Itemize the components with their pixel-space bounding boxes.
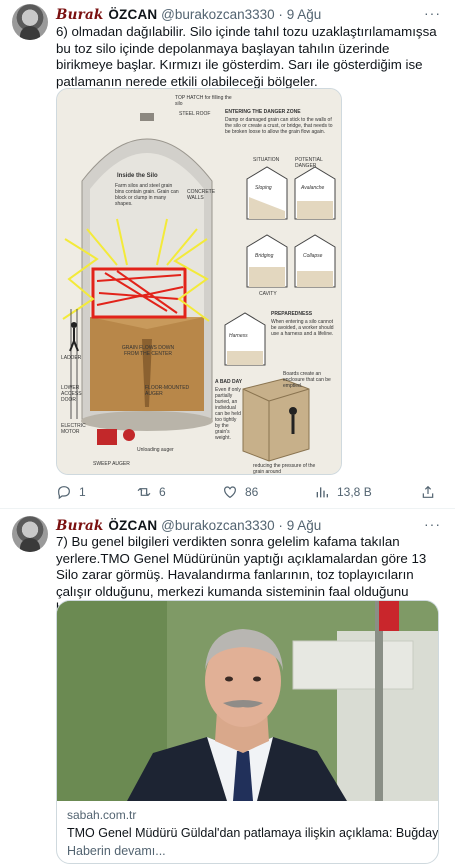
separator: · [278,7,283,22]
label-entering-title: ENTERING THE DANGER ZONE [225,109,301,115]
heart-icon [224,486,236,499]
label-electric: ELECTRIC MOTOR [61,423,86,435]
label-top-hatch: TOP HATCH for filling the silo [175,95,232,107]
link-card-domain: sabah.com.tr [67,808,137,822]
label-harness: Harness [229,333,248,339]
retweet-icon [137,487,151,497]
separator: · [278,518,283,533]
label-boards: Boards create an enclosure that can be e… [283,371,331,389]
label-potential: POTENTIAL DANGER [295,157,323,169]
tweet-2[interactable]: Burak ÖZCAN @burakozcan3330 · 9 Ağu ··· … [0,512,455,866]
avatar[interactable] [12,516,48,552]
tweet-header: Burak ÖZCAN @burakozcan3330 · 9 Ağu [56,518,321,534]
label-unloading: Unloading auger [137,447,174,453]
link-card-subtitle: Haberin devamı... [67,844,166,858]
handle[interactable]: @burakozcan3330 [161,518,275,533]
avatar[interactable] [12,4,48,40]
share-icon [422,485,434,498]
tweet-text: 6) olmadan dağılabilir. Silo içinde tahı… [56,24,437,89]
tweet-media-silo-infographic[interactable]: TOP HATCH for filling the silo STEEL ROO… [56,88,342,475]
label-bad-day: A BAD DAY [215,379,243,385]
label-sloping: Sloping [255,185,272,191]
label-bridging: Bridging [255,253,274,259]
portrait-photo [57,601,438,801]
link-card-image [57,601,438,801]
like-count: 86 [245,485,259,499]
label-ladder: LADDER [61,355,82,361]
more-options-icon[interactable]: ··· [424,5,441,21]
timestamp[interactable]: 9 Ağu [287,518,322,533]
label-floor-auger: FLOOR-MOUNTED AUGER [145,385,190,397]
views-chart-icon [316,487,328,498]
label-inside-body: Farm silos and steel grain bins contain … [115,183,179,207]
timestamp[interactable]: 9 Ağu [287,7,322,22]
like-button[interactable]: 86 [222,484,258,500]
label-preparedness-body: When entering a silo cannot be avoided, … [271,319,334,337]
silo-infographic [57,89,341,474]
tweet-divider [0,508,455,509]
views-button[interactable]: 13,8 B [314,484,372,500]
handle[interactable]: @burakozcan3330 [161,7,275,22]
link-card[interactable]: sabah.com.tr TMO Genel Müdürü Güldal'dan… [56,600,439,864]
more-options-icon[interactable]: ··· [424,516,441,532]
retweet-count: 6 [159,485,166,499]
link-card-title[interactable]: TMO Genel Müdürü Güldal'dan patlamaya il… [67,826,438,840]
label-auger: SWEEP AUGER [93,461,130,467]
tweet-actions: 1 6 86 13,8 B [56,484,444,502]
tweet-1[interactable]: Burak ÖZCAN @burakozcan3330 · 9 Ağu ··· … [0,0,455,506]
label-lower-door: LOWER ACCESS DOOR [61,385,82,403]
display-name[interactable]: Burak ÖZCAN [56,518,157,534]
label-cavity: CAVITY [259,291,277,297]
reply-button[interactable]: 1 [56,484,86,500]
label-avalanche: Avalanche [301,185,325,191]
reply-icon [58,486,70,500]
label-inside-title: Inside the Silo [117,173,158,179]
label-preparedness-title: PREPAREDNESS [271,311,313,317]
label-steel-roof: STEEL ROOF [179,111,211,117]
retweet-button[interactable]: 6 [136,484,166,500]
tweet-header: Burak ÖZCAN @burakozcan3330 · 9 Ağu [56,7,321,23]
label-concrete: CONCRETE WALLS [187,189,216,201]
display-name[interactable]: Burak ÖZCAN [56,7,157,23]
views-count: 13,8 B [337,485,372,499]
label-grain-flows: GRAIN FLOWS DOWN FROM THE CENTER [121,345,175,357]
label-collapse: Collapse [303,253,323,259]
share-button[interactable] [420,484,436,500]
label-reducing: reducing the pressure of the grain aroun… [253,463,316,475]
reply-count: 1 [79,485,86,499]
label-situation: SITUATION [253,157,280,163]
label-bad-day-body: Even if only partially buried, an indivi… [215,387,241,441]
label-entering-body: Damp or damaged grain can stick to the w… [225,117,333,135]
